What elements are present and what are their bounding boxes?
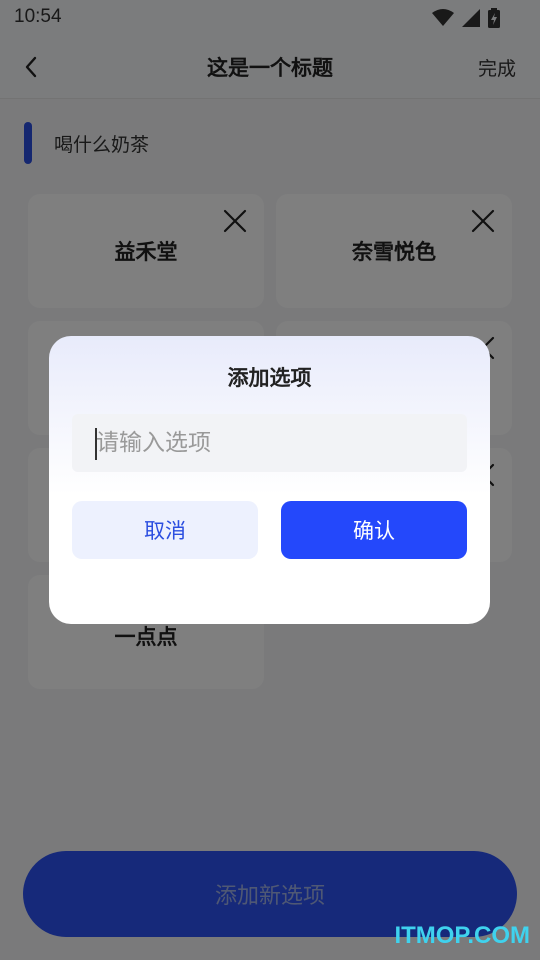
dialog-title: 添加选项	[227, 366, 312, 390]
cancel-button[interactable]: 取消	[72, 501, 258, 559]
option-input[interactable]	[72, 414, 467, 472]
confirm-button[interactable]: 确认	[281, 501, 467, 559]
text-caret	[95, 428, 97, 460]
watermark: ITMOP.COM	[394, 922, 530, 949]
add-option-dialog: 添加选项 取消 确认	[49, 336, 490, 624]
